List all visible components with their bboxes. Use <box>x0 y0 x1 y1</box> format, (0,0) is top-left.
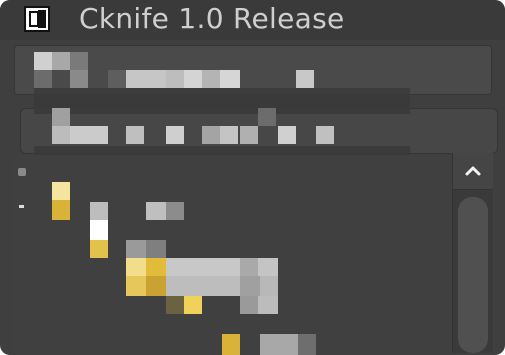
tree-line <box>19 205 24 208</box>
redacted-block <box>166 296 184 314</box>
folder-icon <box>90 240 108 258</box>
redacted-block <box>184 70 202 88</box>
redacted-block <box>240 296 258 314</box>
redacted-block <box>298 334 316 355</box>
redacted-block <box>126 70 166 88</box>
tree-expander-icon[interactable] <box>18 168 26 176</box>
folder-icon <box>146 258 166 276</box>
redacted-block <box>52 52 70 70</box>
redacted-block <box>70 126 108 144</box>
folder-icon <box>52 200 70 220</box>
folder-icon <box>52 182 70 200</box>
redacted-block <box>278 126 296 144</box>
redacted-block <box>70 70 88 88</box>
folder-icon <box>126 276 146 296</box>
redacted-block <box>316 126 334 144</box>
folder-icon <box>146 276 166 296</box>
redacted-block <box>126 126 144 144</box>
redacted-block <box>166 126 184 144</box>
redacted-block <box>240 126 258 144</box>
redacted-block <box>52 108 70 126</box>
redacted-block <box>258 258 278 278</box>
redacted-block <box>202 126 220 144</box>
redacted-block <box>166 258 240 278</box>
chevron-up-icon <box>465 166 481 176</box>
redacted-block <box>260 334 298 355</box>
redacted-block <box>220 70 240 88</box>
app-window: Cknife 1.0 Release <box>0 0 505 355</box>
vertical-scrollbar[interactable] <box>452 153 493 353</box>
file-tree-panel <box>14 155 494 355</box>
redacted-block <box>34 70 52 88</box>
redacted-block <box>240 258 258 278</box>
redacted-block <box>258 296 278 314</box>
folder-icon <box>126 258 146 276</box>
scrollbar-thumb[interactable] <box>458 197 488 353</box>
redacted-block <box>108 70 126 88</box>
app-window-icon <box>24 6 50 32</box>
redacted-block <box>202 70 220 88</box>
scroll-up-button[interactable] <box>453 153 493 190</box>
redacted-block <box>34 52 52 70</box>
dropdown-overlay <box>34 88 410 114</box>
redacted-block <box>52 126 70 144</box>
window-title: Cknife 1.0 Release <box>79 2 345 35</box>
folder-icon <box>222 334 240 355</box>
folder-icon <box>184 296 202 314</box>
redacted-block <box>70 52 88 70</box>
redacted-block <box>220 126 238 144</box>
redacted-block <box>166 70 184 88</box>
redacted-block <box>146 240 166 258</box>
redacted-block <box>258 108 276 126</box>
redacted-block <box>240 276 260 296</box>
title-bar: Cknife 1.0 Release <box>0 0 505 40</box>
redacted-block <box>296 70 314 88</box>
folder-icon <box>90 220 108 240</box>
redacted-block <box>146 202 166 220</box>
redacted-block <box>260 276 278 296</box>
redacted-block <box>166 202 184 220</box>
redacted-block <box>90 202 108 220</box>
redacted-block <box>166 276 240 296</box>
redacted-block <box>126 240 146 258</box>
